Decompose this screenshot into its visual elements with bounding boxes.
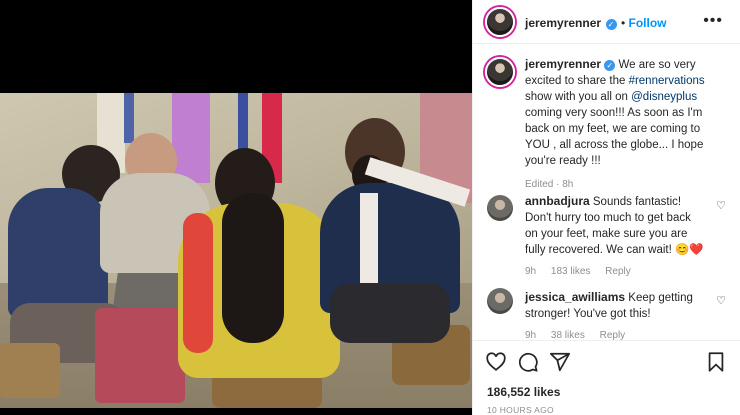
post-actions: 186,552 likes 10 HOURS AGO xyxy=(473,340,740,415)
comment-icon[interactable] xyxy=(517,351,539,373)
comment-username[interactable]: jessica_awilliams xyxy=(525,290,625,304)
post-header: jeremyrenner ✓ • Follow ••• xyxy=(473,0,740,44)
caption-username[interactable]: jeremyrenner xyxy=(525,57,601,71)
photo-stool xyxy=(212,373,322,408)
commenter-avatar[interactable] xyxy=(487,195,513,221)
likes-count[interactable]: 186,552 likes xyxy=(487,385,560,399)
author-avatar[interactable] xyxy=(485,7,515,37)
comment-likes[interactable]: 183 likes xyxy=(551,266,590,277)
caption-edited: Edited · 8h xyxy=(525,179,574,190)
photo-cloth-bag xyxy=(95,308,185,403)
verified-icon: ✓ xyxy=(605,19,617,30)
photo-stool xyxy=(0,343,60,398)
caption-text-3: coming very soon!!! As soon as I'm back … xyxy=(525,107,704,167)
commenter-avatar[interactable] xyxy=(487,288,513,314)
mention-link[interactable]: @disneyplus xyxy=(631,91,697,103)
header-separator: • xyxy=(620,16,629,30)
photo-scarf xyxy=(183,213,213,353)
caption-avatar[interactable] xyxy=(485,57,515,87)
post-caption: jeremyrenner ✓ We are so very excited to… xyxy=(525,56,725,193)
comment-heart-icon[interactable]: ♡ xyxy=(716,294,726,307)
comment-item: annbadjura Sounds fantastic! Don't hurry… xyxy=(525,193,705,280)
hashtag-link[interactable]: #rennervations xyxy=(629,75,705,87)
photo-person xyxy=(330,283,450,343)
photo-cloth xyxy=(238,93,248,153)
comment-meta: 9h 183 likes Reply xyxy=(525,264,705,280)
header-author: jeremyrenner ✓ • Follow xyxy=(525,14,667,32)
caption-text-2: show with you all on xyxy=(525,91,632,103)
verified-icon: ✓ xyxy=(604,60,616,71)
photo-person xyxy=(8,188,108,318)
comment-username[interactable]: annbadjura xyxy=(525,194,590,208)
share-icon[interactable] xyxy=(549,351,571,373)
post-sidebar: jeremyrenner ✓ • Follow ••• jeremyrenner… xyxy=(472,0,740,415)
post-media[interactable] xyxy=(0,0,472,415)
comment-time: 9h xyxy=(525,266,537,277)
photo-hair xyxy=(222,193,284,343)
heart-icon[interactable] xyxy=(485,351,507,373)
post-timestamp: 10 HOURS AGO xyxy=(487,405,554,415)
post-photo xyxy=(0,93,472,408)
photo-cloth xyxy=(172,93,210,183)
follow-button[interactable]: Follow xyxy=(629,16,667,30)
comment-heart-icon[interactable]: ♡ xyxy=(716,199,726,212)
comment-reply-button[interactable]: Reply xyxy=(605,266,631,277)
comment-item: jessica_awilliams Keep getting stronger!… xyxy=(525,289,705,344)
bookmark-icon[interactable] xyxy=(705,351,727,373)
more-options-icon[interactable]: ••• xyxy=(703,12,723,30)
author-username[interactable]: jeremyrenner xyxy=(525,16,601,30)
photo-cloth xyxy=(124,93,134,143)
